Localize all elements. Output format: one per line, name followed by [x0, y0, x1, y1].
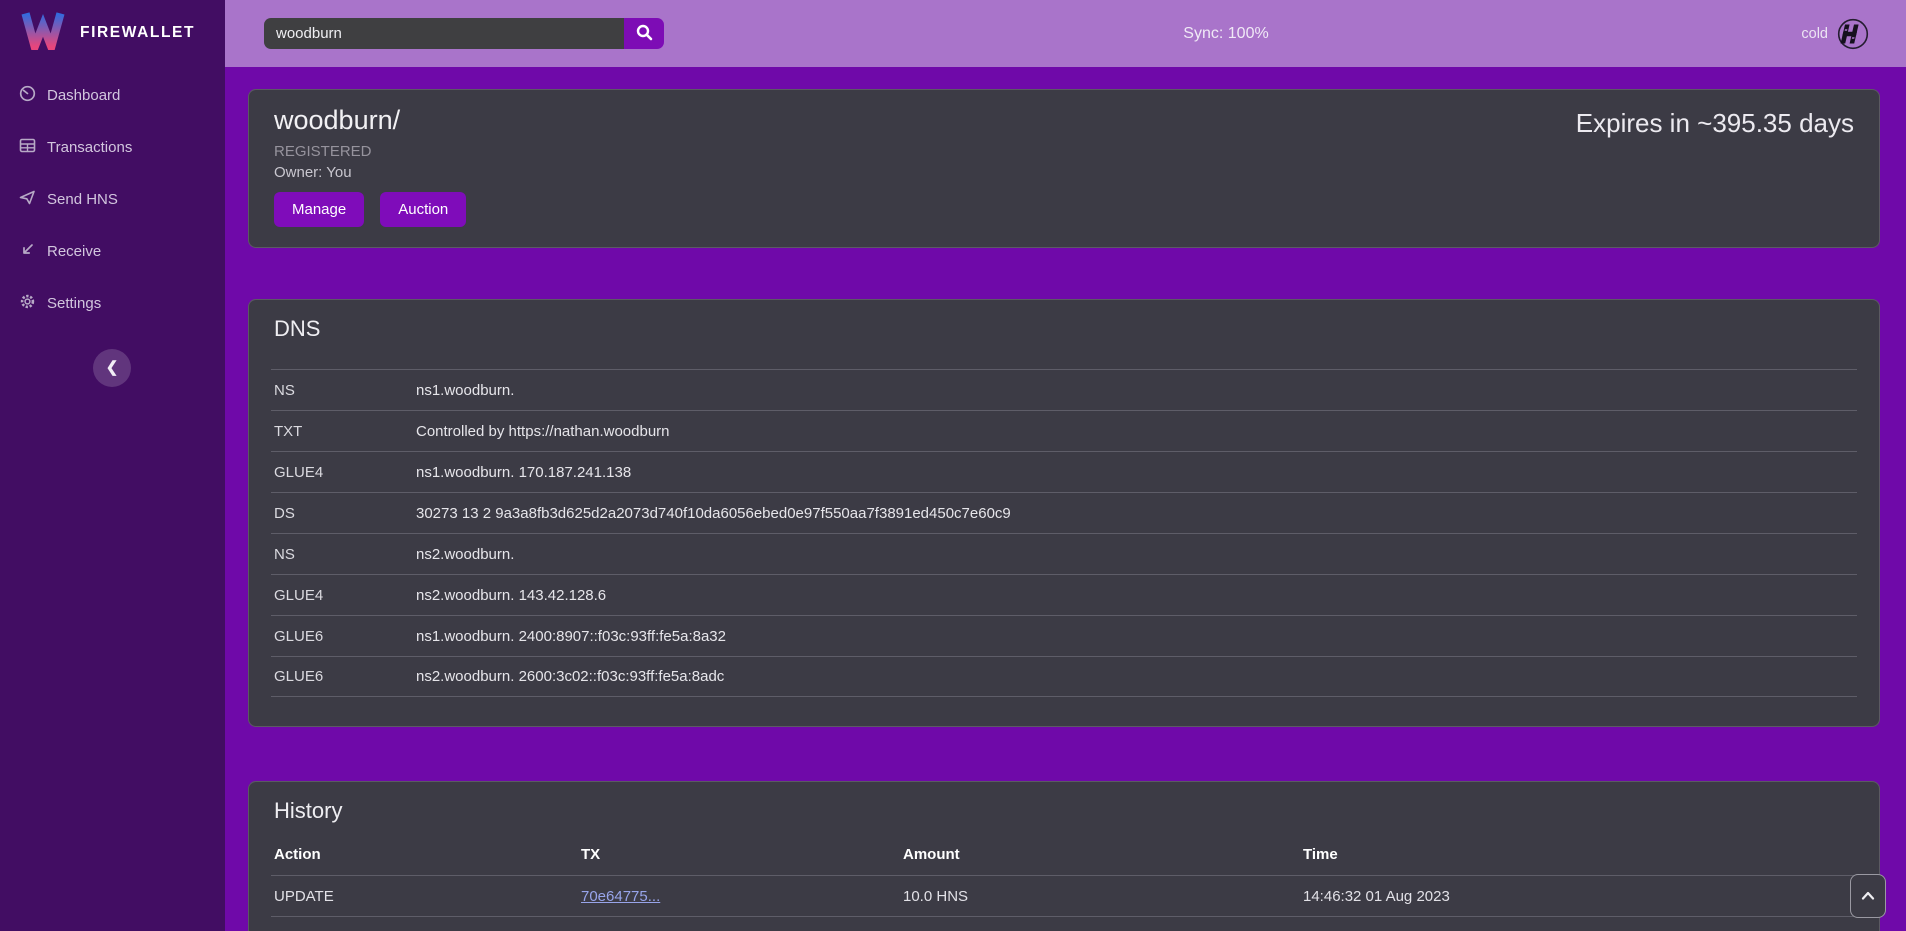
- sync-status: Sync: 100%: [1183, 0, 1268, 67]
- search-button[interactable]: [624, 18, 664, 49]
- history-card-title: History: [274, 798, 1879, 824]
- tx-link[interactable]: 70e64775...: [581, 888, 660, 905]
- history-table: Action TX Amount Time UPDATE 70e64775...…: [271, 834, 1857, 931]
- main-content: woodburn/ REGISTERED Owner: You Manage A…: [225, 67, 1906, 931]
- dns-record-type: GLUE6: [271, 628, 416, 645]
- dns-record-value: ns2.woodburn. 2600:3c02::f03c:93ff:fe5a:…: [416, 668, 724, 685]
- app-window: FIREWALLET Dashboard Transactions Send H…: [0, 0, 1906, 931]
- history-header-time: Time: [1303, 846, 1857, 863]
- history-header-tx: TX: [581, 846, 903, 863]
- dns-record-value: ns1.woodburn. 2400:8907::f03c:93ff:fe5a:…: [416, 628, 726, 645]
- dashboard-gauge-icon: [19, 85, 36, 106]
- sidebar-item-label: Receive: [47, 243, 101, 260]
- history-header-row: Action TX Amount Time: [271, 834, 1857, 875]
- topbar: Sync: 100% cold: [225, 0, 1906, 67]
- dns-record-type: DS: [271, 505, 416, 522]
- dns-record-value: ns2.woodburn. 143.42.128.6: [416, 587, 606, 604]
- domain-status: REGISTERED: [274, 143, 1879, 160]
- dns-record-row: GLUE4 ns1.woodburn. 170.187.241.138: [271, 451, 1857, 492]
- dns-record-value: ns2.woodburn.: [416, 546, 514, 563]
- dns-record-type: GLUE6: [271, 668, 416, 685]
- dns-record-type: GLUE4: [271, 464, 416, 481]
- handshake-logo-icon[interactable]: [1837, 18, 1869, 50]
- sidebar-item-label: Dashboard: [47, 87, 120, 104]
- dns-record-row: DS 30273 13 2 9a3a8fb3d625d2a2073d740f10…: [271, 492, 1857, 533]
- dns-record-value: ns1.woodburn.: [416, 382, 514, 399]
- sidebar-item-transactions[interactable]: Transactions: [0, 121, 225, 173]
- search-group: [264, 18, 664, 49]
- wallet-name-label: cold: [1801, 26, 1828, 42]
- search-input[interactable]: [264, 18, 624, 49]
- brand-name: FIREWALLET: [80, 24, 195, 42]
- dns-record-value: Controlled by https://nathan.woodburn: [416, 423, 670, 440]
- sidebar-item-send-hns[interactable]: Send HNS: [0, 173, 225, 225]
- sidebar: FIREWALLET Dashboard Transactions Send H…: [0, 0, 225, 931]
- wallet-zone: cold: [1801, 0, 1906, 67]
- history-time: 14:46:32 01 Aug 2023: [1303, 888, 1857, 905]
- history-header-amount: Amount: [903, 846, 1303, 863]
- dns-record-row: NS ns2.woodburn.: [271, 533, 1857, 574]
- search-icon: [636, 24, 653, 44]
- domain-card: woodburn/ REGISTERED Owner: You Manage A…: [248, 89, 1880, 248]
- dns-table: NS ns1.woodburn. TXT Controlled by https…: [271, 369, 1857, 697]
- dns-record-value: 30273 13 2 9a3a8fb3d625d2a2073d740f10da6…: [416, 505, 1011, 522]
- sidebar-item-dashboard[interactable]: Dashboard: [0, 69, 225, 121]
- dns-record-row: GLUE6 ns2.woodburn. 2600:3c02::f03c:93ff…: [271, 656, 1857, 697]
- sidebar-item-settings[interactable]: Settings: [0, 277, 225, 329]
- firewallet-logo-icon: [20, 10, 66, 55]
- auction-button[interactable]: Auction: [380, 192, 466, 227]
- domain-owner: Owner: You: [274, 164, 1879, 181]
- sidebar-item-label: Settings: [47, 295, 101, 312]
- collapse-chevron-left-icon: ❮: [106, 360, 119, 375]
- dns-record-row: GLUE4 ns2.woodburn. 143.42.128.6: [271, 574, 1857, 615]
- send-icon: [19, 189, 36, 210]
- sidebar-item-label: Send HNS: [47, 191, 118, 208]
- brand: FIREWALLET: [20, 10, 195, 55]
- dns-card: DNS NS ns1.woodburn. TXT Controlled by h…: [248, 299, 1880, 727]
- dns-record-value: ns1.woodburn. 170.187.241.138: [416, 464, 631, 481]
- scroll-to-top-button[interactable]: [1850, 874, 1886, 918]
- dns-record-row: NS ns1.woodburn.: [271, 369, 1857, 410]
- dns-record-row: GLUE6 ns1.woodburn. 2400:8907::f03c:93ff…: [271, 615, 1857, 656]
- dns-record-row: TXT Controlled by https://nathan.woodbur…: [271, 410, 1857, 451]
- manage-button[interactable]: Manage: [274, 192, 364, 227]
- dns-record-type: GLUE4: [271, 587, 416, 604]
- history-action: UPDATE: [271, 888, 581, 905]
- transactions-table-icon: [19, 137, 36, 158]
- sidebar-collapse-button[interactable]: ❮: [93, 349, 131, 387]
- settings-gear-icon: [19, 293, 36, 314]
- history-amount: 10.0 HNS: [903, 888, 1303, 905]
- history-row: UPDATE 70e64775... 10.0 HNS 14:46:32 01 …: [271, 875, 1857, 916]
- dns-card-title: DNS: [274, 316, 1879, 342]
- scroll-top-chevron-icon: [1861, 887, 1875, 905]
- history-card: History Action TX Amount Time UPDATE 70e…: [248, 781, 1880, 931]
- expires-text: Expires in ~395.35 days: [1576, 108, 1854, 139]
- receive-icon: [19, 241, 36, 262]
- history-header-action: Action: [271, 846, 581, 863]
- history-row: RENEW d73e5c4... 10.0 HNS 15:47:30 07 Fe…: [271, 916, 1857, 931]
- dns-record-type: NS: [271, 546, 416, 563]
- sidebar-item-receive[interactable]: Receive: [0, 225, 225, 277]
- sidebar-nav: Dashboard Transactions Send HNS Receive: [0, 69, 225, 329]
- dns-record-type: TXT: [271, 423, 416, 440]
- dns-record-type: NS: [271, 382, 416, 399]
- sidebar-item-label: Transactions: [47, 139, 132, 156]
